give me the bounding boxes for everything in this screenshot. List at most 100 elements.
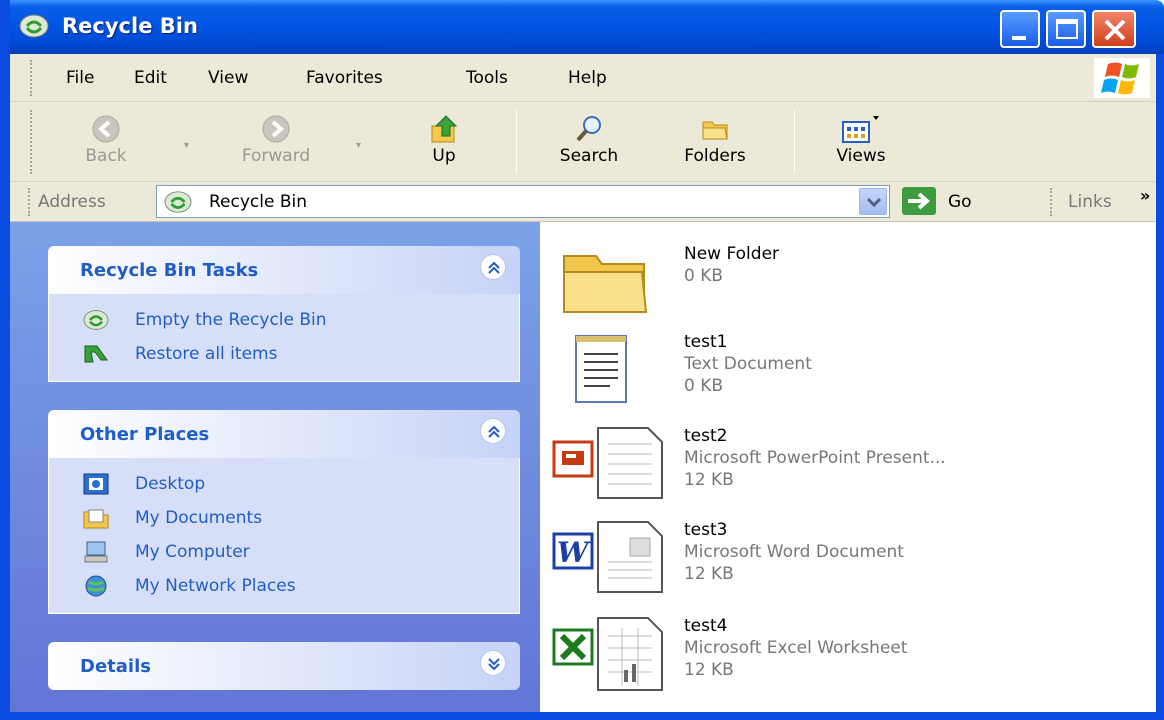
details-header[interactable]: Details bbox=[48, 642, 520, 690]
file-name: New Folder bbox=[684, 244, 780, 264]
windows-logo bbox=[1094, 58, 1150, 98]
folder-icon bbox=[552, 242, 652, 322]
go-arrow-icon[interactable] bbox=[902, 187, 936, 215]
details-panel: Details bbox=[48, 642, 520, 690]
file-size: 12 KB bbox=[684, 470, 734, 490]
links-label[interactable]: Links bbox=[1068, 192, 1112, 212]
views-button[interactable]: Views bbox=[816, 102, 906, 182]
back-arrow-icon bbox=[91, 114, 121, 148]
place-label: My Computer bbox=[135, 542, 250, 562]
address-label: Address bbox=[38, 192, 106, 212]
address-dropdown-button[interactable] bbox=[859, 188, 887, 215]
file-size: 0 KB bbox=[684, 376, 724, 396]
menu-help[interactable]: Help bbox=[568, 68, 607, 88]
recycle-bin-tasks-panel: Recycle Bin Tasks Empty the Recycle Bin … bbox=[48, 246, 520, 382]
place-label: My Documents bbox=[135, 508, 263, 528]
close-button[interactable] bbox=[1092, 10, 1136, 48]
file-name: test4 bbox=[684, 616, 728, 636]
file-item-test2[interactable]: test2 Microsoft PowerPoint Present... 12… bbox=[552, 424, 1052, 504]
menu-favorites[interactable]: Favorites bbox=[306, 68, 383, 88]
file-type: Microsoft Excel Worksheet bbox=[684, 638, 908, 658]
menu-file[interactable]: File bbox=[66, 68, 94, 88]
word-icon: W bbox=[552, 518, 664, 598]
other-places-header[interactable]: Other Places bbox=[48, 410, 520, 458]
recycle-bin-icon bbox=[18, 12, 50, 40]
other-places-panel: Other Places Desktop My Documents My Com… bbox=[48, 410, 520, 614]
expand-chevron-icon[interactable] bbox=[480, 650, 506, 676]
address-bar: Address Recycle Bin Go Links » bbox=[10, 182, 1164, 222]
back-label: Back bbox=[85, 146, 127, 166]
panel-title: Recycle Bin Tasks bbox=[80, 260, 259, 281]
search-button[interactable]: Search bbox=[534, 102, 644, 182]
place-label: My Network Places bbox=[135, 576, 296, 596]
forward-label: Forward bbox=[241, 146, 311, 166]
collapse-chevron-icon[interactable] bbox=[480, 418, 506, 444]
powerpoint-icon bbox=[552, 424, 664, 504]
file-item-test4[interactable]: test4 Microsoft Excel Worksheet 12 KB bbox=[552, 614, 1052, 694]
toolbar: Back ▾ Forward ▾ Up Search Folders Views bbox=[10, 102, 1164, 182]
up-label: Up bbox=[432, 146, 456, 166]
network-places-icon bbox=[81, 574, 111, 602]
file-item-test3[interactable]: W test3 Microsoft Word Document 12 KB bbox=[552, 518, 1052, 598]
up-button[interactable]: Up bbox=[404, 102, 484, 182]
menu-tools[interactable]: Tools bbox=[466, 68, 508, 88]
other-places-body: Desktop My Documents My Computer My Netw… bbox=[48, 458, 520, 614]
window-left-border bbox=[0, 0, 10, 720]
forward-button[interactable]: Forward bbox=[216, 102, 336, 182]
minimize-button[interactable] bbox=[1000, 10, 1040, 48]
folder-up-icon bbox=[428, 114, 460, 148]
panel-title: Other Places bbox=[80, 424, 210, 445]
excel-icon bbox=[552, 614, 664, 698]
menu-view[interactable]: View bbox=[208, 68, 248, 88]
folders-button[interactable]: Folders bbox=[660, 102, 770, 182]
recycle-bin-tasks-body: Empty the Recycle Bin Restore all items bbox=[48, 294, 520, 382]
menu-grip[interactable] bbox=[30, 60, 33, 96]
go-button[interactable]: Go bbox=[948, 192, 972, 212]
menu-bar: File Edit View Favorites Tools Help bbox=[10, 54, 1164, 102]
file-type: Microsoft PowerPoint Present... bbox=[684, 448, 946, 468]
toolbar-separator bbox=[794, 110, 795, 174]
links-grip[interactable] bbox=[1050, 188, 1053, 216]
address-input[interactable]: Recycle Bin bbox=[156, 185, 890, 218]
text-document-icon bbox=[552, 330, 652, 410]
maximize-button[interactable] bbox=[1046, 10, 1086, 48]
my-computer-icon bbox=[81, 540, 111, 568]
toolbar-grip[interactable] bbox=[30, 110, 33, 174]
address-grip[interactable] bbox=[28, 188, 31, 216]
links-chevron-icon[interactable]: » bbox=[1140, 186, 1150, 205]
file-item-test1[interactable]: test1 Text Document 0 KB bbox=[552, 330, 1052, 410]
desktop-icon bbox=[81, 472, 111, 500]
recycle-bin-tasks-header[interactable]: Recycle Bin Tasks bbox=[48, 246, 520, 294]
views-icon bbox=[841, 114, 881, 148]
folders-icon bbox=[700, 114, 730, 146]
file-type: Microsoft Word Document bbox=[684, 542, 904, 562]
task-pane: Recycle Bin Tasks Empty the Recycle Bin … bbox=[10, 222, 540, 712]
svg-text:W: W bbox=[557, 536, 591, 569]
address-value: Recycle Bin bbox=[209, 192, 308, 212]
file-name: test1 bbox=[684, 332, 728, 352]
back-dropdown-arrow[interactable]: ▾ bbox=[184, 140, 189, 151]
chevron-down-icon bbox=[866, 197, 882, 208]
folders-label: Folders bbox=[684, 146, 746, 166]
search-label: Search bbox=[559, 146, 619, 166]
forward-dropdown-arrow[interactable]: ▾ bbox=[356, 140, 361, 151]
panel-title: Details bbox=[80, 656, 151, 677]
window-right-border bbox=[1156, 54, 1164, 720]
menu-edit[interactable]: Edit bbox=[134, 68, 167, 88]
search-icon bbox=[574, 114, 604, 148]
file-size: 12 KB bbox=[684, 564, 734, 584]
recycle-bin-icon bbox=[81, 308, 111, 336]
forward-arrow-icon bbox=[261, 114, 291, 148]
file-item-new-folder[interactable]: New Folder 0 KB bbox=[552, 242, 1052, 322]
collapse-chevron-icon[interactable] bbox=[480, 254, 506, 280]
title-bar[interactable]: Recycle Bin bbox=[0, 0, 1164, 54]
window-bottom-border bbox=[0, 712, 1164, 720]
toolbar-separator bbox=[516, 110, 517, 174]
place-label: Desktop bbox=[135, 474, 206, 494]
recycle-bin-icon bbox=[163, 189, 193, 219]
back-button[interactable]: Back bbox=[66, 102, 146, 182]
task-label: Empty the Recycle Bin bbox=[135, 310, 327, 330]
task-label: Restore all items bbox=[135, 344, 278, 364]
views-label: Views bbox=[836, 146, 886, 166]
restore-arrow-icon bbox=[81, 342, 111, 370]
